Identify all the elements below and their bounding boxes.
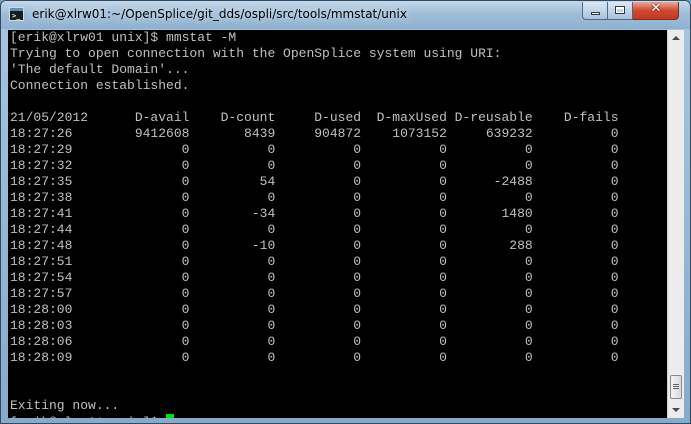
terminal-line: 18:27:48 0 -10 0 0 288 0 bbox=[10, 238, 619, 253]
terminal-line: 18:27:41 0 -34 0 0 1480 0 bbox=[10, 206, 619, 221]
terminal-line: 18:28:09 0 0 0 0 0 0 bbox=[10, 350, 619, 365]
terminal-line: 18:27:29 0 0 0 0 0 0 bbox=[10, 142, 619, 157]
text-cursor bbox=[166, 414, 175, 418]
scroll-down-button[interactable] bbox=[668, 401, 684, 418]
terminal-line: 18:27:26 9412608 8439 904872 1073152 639… bbox=[10, 126, 619, 141]
prompt-line[interactable]: [erik@xlrw01 unix]$ bbox=[10, 414, 619, 418]
window-title: erik@xlrw01:~/OpenSplice/git_dds/ospli/s… bbox=[32, 7, 407, 21]
vertical-scrollbar[interactable] bbox=[667, 30, 684, 418]
terminal-output: [erik@xlrw01 unix]$ mmstat -M Trying to o… bbox=[10, 30, 619, 418]
terminal-line: 18:27:57 0 0 0 0 0 0 bbox=[10, 286, 619, 301]
terminal-line: 18:27:54 0 0 0 0 0 0 bbox=[10, 270, 619, 285]
terminal-line: 18:27:35 0 54 0 0 -2488 0 bbox=[10, 174, 619, 189]
scroll-up-arrow-icon bbox=[672, 36, 680, 40]
close-button[interactable]: ✕ bbox=[633, 1, 679, 20]
terminal-line: 18:28:03 0 0 0 0 0 0 bbox=[10, 318, 619, 333]
terminal-line: 21/05/2012 D-avail D-count D-used D-maxU… bbox=[10, 110, 619, 125]
terminal-line: 18:28:00 0 0 0 0 0 0 bbox=[10, 302, 619, 317]
terminal-line: 18:27:32 0 0 0 0 0 0 bbox=[10, 158, 619, 173]
terminal-line: 'The default Domain'... bbox=[10, 62, 190, 77]
terminal-line: 18:28:06 0 0 0 0 0 0 bbox=[10, 334, 619, 349]
terminal-line: 18:27:51 0 0 0 0 0 0 bbox=[10, 254, 619, 269]
shell-prompt: [erik@xlrw01 unix]$ bbox=[10, 415, 166, 418]
maximize-icon bbox=[615, 6, 625, 14]
close-icon: ✕ bbox=[650, 1, 662, 16]
terminal-line: Connection established. bbox=[10, 78, 190, 93]
terminal-line: [erik@xlrw01 unix]$ mmstat -M bbox=[10, 30, 237, 45]
scrollbar-thumb[interactable] bbox=[670, 375, 682, 399]
minimize-button[interactable] bbox=[582, 2, 608, 20]
scroll-down-arrow-icon bbox=[672, 408, 680, 412]
maximize-button[interactable] bbox=[608, 2, 633, 20]
title-bar[interactable]: >_ erik@xlrw01:~/OpenSplice/git_dds/ospl… bbox=[1, 1, 690, 29]
terminal-window: >_ erik@xlrw01:~/OpenSplice/git_dds/ospl… bbox=[0, 0, 691, 424]
terminal-line: Trying to open connection with the OpenS… bbox=[10, 46, 502, 61]
minimize-icon bbox=[591, 12, 600, 15]
terminal-line: 18:27:44 0 0 0 0 0 0 bbox=[10, 222, 619, 237]
terminal-line: Exiting now... bbox=[10, 398, 120, 413]
terminal-icon[interactable]: >_ bbox=[9, 7, 24, 21]
scroll-up-button[interactable] bbox=[668, 30, 684, 47]
terminal-area[interactable]: [erik@xlrw01 unix]$ mmstat -M Trying to o… bbox=[8, 30, 667, 418]
terminal-line: 18:27:38 0 0 0 0 0 0 bbox=[10, 190, 619, 205]
